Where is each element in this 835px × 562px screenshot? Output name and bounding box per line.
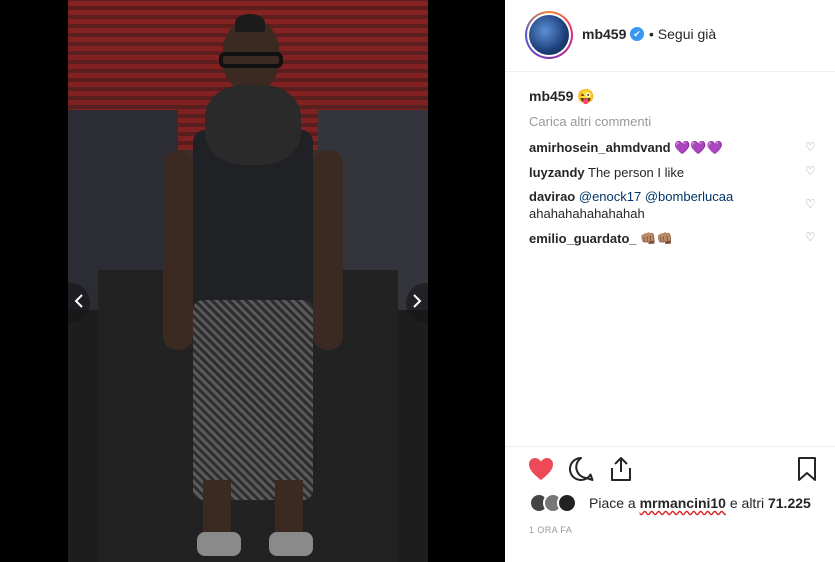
post-header: mb459 ✔ • Segui già [505,0,835,72]
likes-count[interactable]: 71.225 [768,495,811,511]
comment-text: ahahahahahahahah [529,206,645,221]
comment-like-heart-icon[interactable]: ♡ [805,198,817,210]
comment-like-heart-icon[interactable]: ♡ [805,165,817,177]
comment-mention[interactable]: @enock17 [579,189,641,204]
bookmark-icon [797,456,817,487]
post-timestamp[interactable]: 1 ORA FA [529,525,572,535]
verified-badge-icon: ✔ [630,27,644,41]
comment-button[interactable] [567,456,595,487]
comment-username[interactable]: davirao [529,189,575,204]
comment-text: 👊🏽👊🏽 [640,231,673,246]
comment-item: davirao @enock17 @bomberlucaa ahahahahah… [529,188,809,222]
likes-prefix: Piace a [589,495,636,511]
post-media-panel [0,0,505,562]
liker-avatar[interactable] [557,493,577,513]
photo-scarf [205,85,301,165]
comment-bubble-icon [568,456,594,487]
like-button[interactable] [527,457,555,485]
likes-text: Piace a mrmancini10 e altri 71.225 [589,495,811,511]
comment-like-heart-icon[interactable]: ♡ [805,141,817,153]
avatar-inner [527,13,571,57]
photo-shoe-left [197,532,241,556]
save-button[interactable] [793,456,821,487]
comment-username[interactable]: amirhosein_ahmdvand [529,140,671,155]
photo-arm-right [313,150,343,350]
load-more-comments-link[interactable]: Carica altri commenti [529,114,651,129]
chevron-left-icon [74,293,84,313]
likes-username[interactable]: mrmancini10 [640,495,726,511]
photo-pants [193,300,313,500]
header-username[interactable]: mb459 [582,26,626,42]
photo-person [163,10,343,562]
share-upload-icon [609,456,633,487]
heart-filled-icon [528,457,554,486]
caption-text: 😜 [577,88,595,104]
post-details-panel: mb459 ✔ • Segui già mb459 😜 Carica altri… [505,0,835,562]
chevron-right-icon [412,293,422,313]
post-actions: Piace a mrmancini10 e altri 71.225 1 ORA… [505,446,835,562]
photo-arm-left [163,150,193,350]
comment-text: The person I like [588,165,685,180]
likes-middle: e altri [729,495,765,511]
comment-mention[interactable]: @bomberlucaa [645,189,733,204]
photo-shoe-right [269,532,313,556]
comment-text: 💜💜💜 [674,140,723,155]
comment-item: amirhosein_ahmdvand 💜💜💜 [529,139,809,156]
comment-item: emilio_guardato_ 👊🏽👊🏽 [529,230,809,247]
avatar-image [529,15,569,55]
photo-hair [235,14,265,32]
comment-like-heart-icon[interactable]: ♡ [805,231,817,243]
photo-leg-right [275,480,303,540]
comment-username[interactable]: emilio_guardato_ [529,231,637,246]
comment-username[interactable]: luyzandy [529,165,585,180]
likes-summary: Piace a mrmancini10 e altri 71.225 [529,493,829,513]
photo-leg-left [203,480,231,540]
share-button[interactable] [607,456,635,487]
photo-glasses [219,52,283,68]
comment-item: luyzandy The person I like [529,164,809,181]
caption-username[interactable]: mb459 [529,88,573,104]
post-photo[interactable] [68,0,428,562]
post-caption: mb459 😜 [529,88,595,105]
avatar[interactable] [525,11,573,59]
follow-status[interactable]: • Segui già [649,26,716,42]
